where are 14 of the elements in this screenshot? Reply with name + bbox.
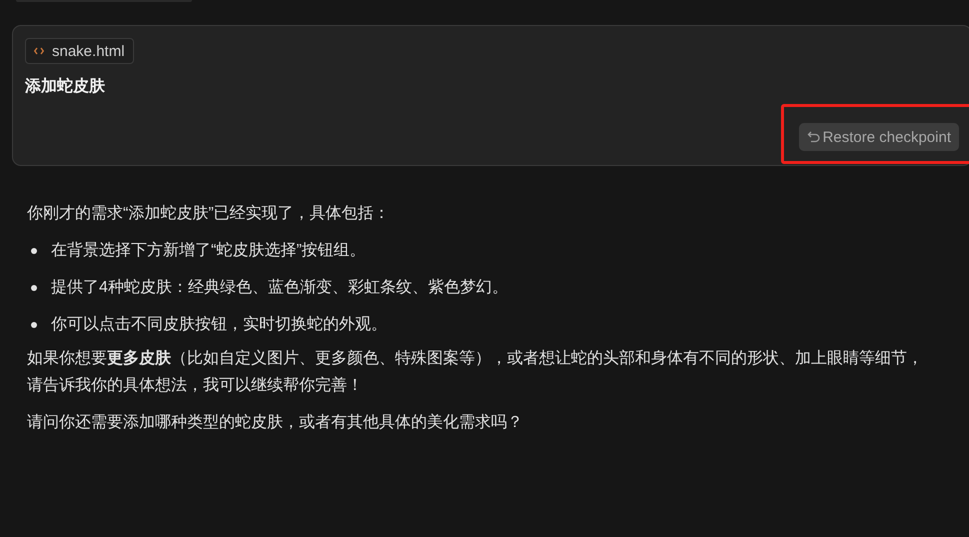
bullet-dot [31, 284, 37, 290]
file-chip[interactable]: snake.html [25, 38, 134, 64]
bullet-dot [31, 322, 37, 328]
message-text: 添加蛇皮肤 [25, 76, 105, 97]
code-icon [34, 47, 44, 55]
undo-icon [806, 130, 821, 144]
list-item: 在背景选择下方新增了“蛇皮肤选择”按钮组。 [51, 240, 366, 261]
bullet-dot [31, 248, 37, 254]
restore-button[interactable]: Restore checkpoint [798, 123, 959, 151]
list-item: 提供了4种蛇皮肤：经典绿色、蓝色渐变、彩虹条纹、紫色梦幻。 [51, 278, 508, 298]
paragraph: 请问你还需要添加哪种类型的蛇皮肤，或者有其他具体的美化需求吗？ [27, 412, 524, 433]
list-item: 你可以点击不同皮肤按钮，实时切换蛇的外观。 [51, 314, 387, 335]
paragraph: 你刚才的需求“添加蛇皮肤”已经实现了，具体包括： [27, 204, 391, 224]
paragraph: 如果你想要更多皮肤（比如自定义图片、更多颜色、特殊图案等），或者想让蛇的头部和身体有不同的形状、加上眼睛等细节，请告诉我你的具体想法，我可以继续帮你完善！ [27, 348, 924, 396]
